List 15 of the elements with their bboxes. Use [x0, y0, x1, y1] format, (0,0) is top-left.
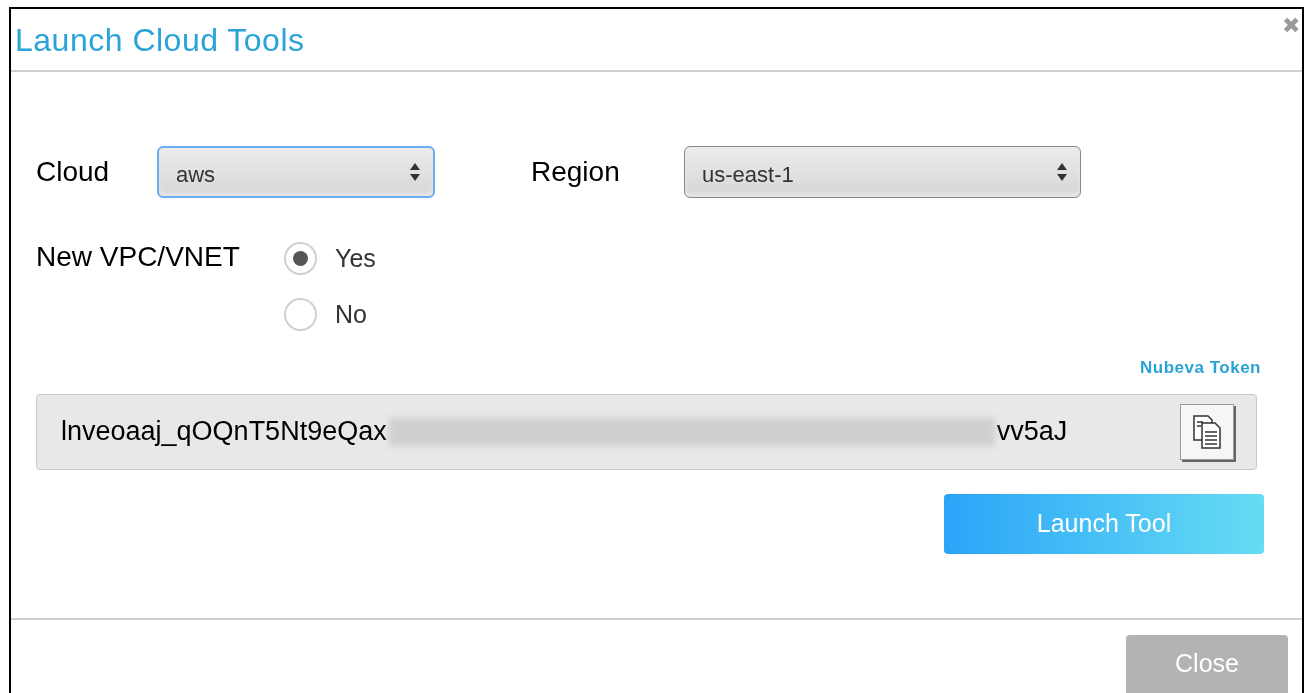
updown-icon [1056, 162, 1068, 182]
updown-icon [409, 162, 421, 182]
token-text: lnveoaaj_qOQnT5Nt9eQax [61, 415, 387, 449]
copy-icon[interactable] [1180, 403, 1234, 460]
token-field[interactable]: lnveoaaj_qOQnT5Nt9eQax vv5aJ [36, 393, 1257, 470]
field-label: Region [531, 155, 621, 189]
field-label: New VPC/VNET [36, 240, 241, 274]
radio-option[interactable]: No [284, 295, 376, 333]
field-label: Cloud [36, 155, 111, 189]
radio-option[interactable]: Yes [284, 240, 376, 278]
dialog-title: Launch Cloud Tools [15, 20, 305, 60]
dropdown[interactable]: aws [157, 146, 435, 198]
token-label: Nubeva Token [1140, 357, 1261, 379]
token-text: vv5aJ [996, 415, 1068, 449]
dropdown[interactable]: us-east-1 [684, 146, 1081, 198]
